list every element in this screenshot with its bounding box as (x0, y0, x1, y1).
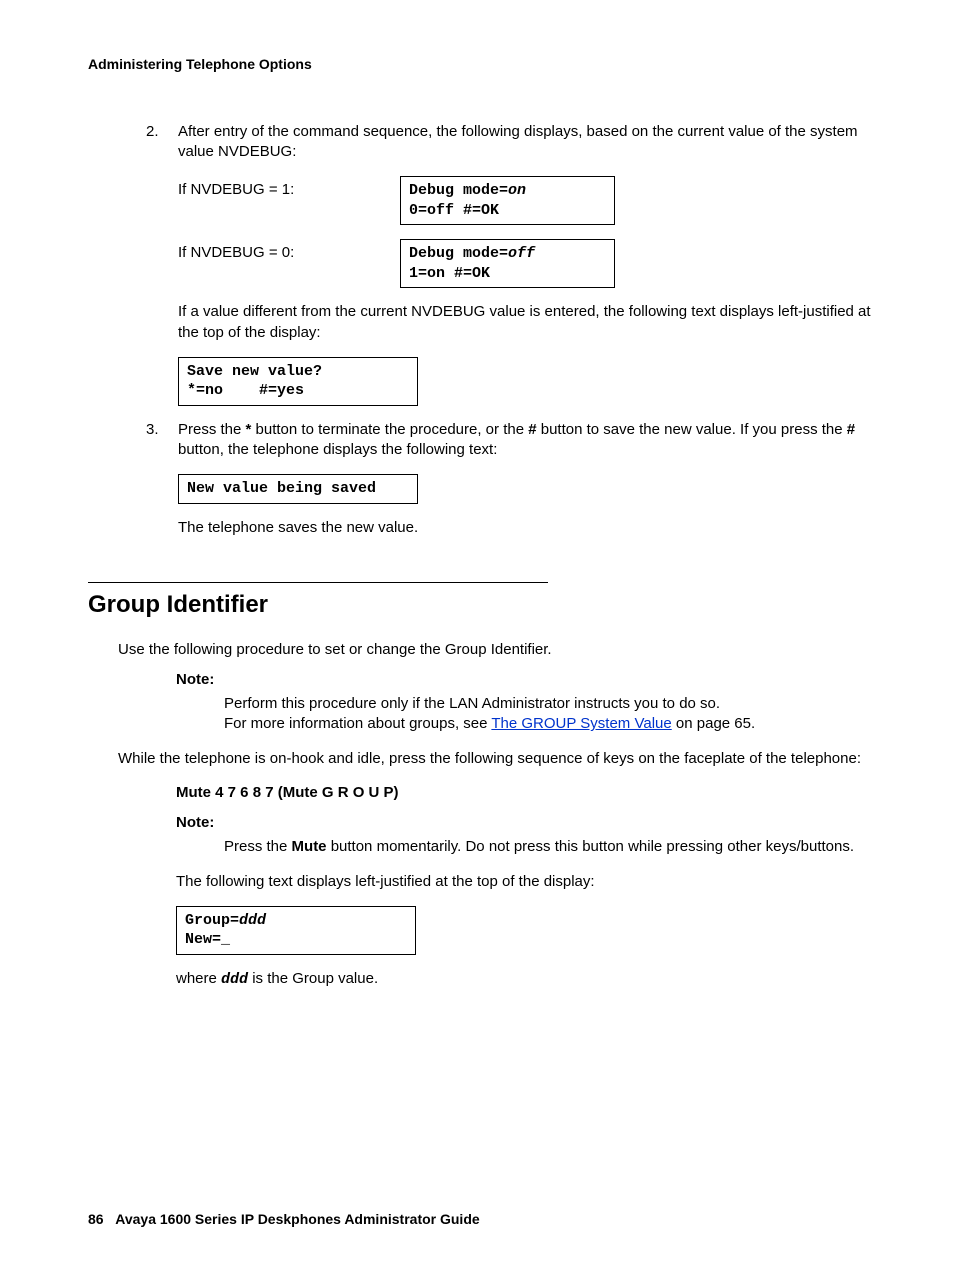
nvdebug-0-display: Debug mode=off 1=on #=OK (400, 239, 615, 288)
step-2-after-text: If a value different from the current NV… (178, 302, 889, 343)
step-3-t3: button to terminate the procedure, or th… (251, 421, 528, 438)
gi-p2: While the telephone is on-hook and idle,… (118, 749, 889, 769)
gi-note1-line1: Perform this procedure only if the LAN A… (224, 695, 720, 712)
nvdebug-1-line1b: on (508, 182, 526, 199)
step-3-hash2: # (847, 421, 855, 438)
nvdebug-0-line1b: off (508, 245, 535, 262)
gi-note2-c: button momentarily. Do not press this bu… (327, 838, 855, 855)
group-line2: New=_ (185, 931, 230, 948)
step-3-t5: button to save the new value. If you pre… (537, 421, 847, 438)
section-divider (88, 582, 548, 583)
nvdebug-0-line1a: Debug mode= (409, 245, 508, 262)
step-3-after: The telephone saves the new value. (178, 518, 889, 538)
step-3-t1: Press the (178, 421, 246, 438)
group-line1a: Group= (185, 912, 239, 929)
gi-note1-body: Perform this procedure only if the LAN A… (224, 694, 889, 735)
gi-note1-line2b: on page 65. (672, 715, 755, 732)
gi-note2-mute: Mute (292, 838, 327, 855)
nvdebug-1-display: Debug mode=on 0=off #=OK (400, 176, 615, 225)
gi-note1-line2a: For more information about groups, see (224, 715, 491, 732)
gi-intro: Use the following procedure to set or ch… (118, 640, 889, 660)
page-footer: 86 Avaya 1600 Series IP Deskphones Admin… (88, 1210, 889, 1229)
group-display: Group=ddd New=_ (176, 906, 416, 955)
gi-where-ddd: ddd (221, 971, 248, 988)
nvdebug-0-label: If NVDEBUG = 0: (178, 239, 400, 263)
group-system-value-link[interactable]: The GROUP System Value (491, 715, 671, 732)
gi-note2-body: Press the Mute button momentarily. Do no… (224, 837, 889, 857)
page-number: 86 (88, 1211, 104, 1227)
save-prompt-line2: *=no #=yes (187, 382, 304, 399)
save-prompt-line1: Save new value? (187, 363, 322, 380)
nvdebug-0-line2: 1=on #=OK (409, 265, 490, 282)
step-2-number: 2. (146, 122, 178, 406)
gi-note2-label: Note: (176, 813, 889, 833)
group-line1b: ddd (239, 912, 266, 929)
nvdebug-1-line1a: Debug mode= (409, 182, 508, 199)
nvdebug-1-label: If NVDEBUG = 1: (178, 176, 400, 200)
gi-where: where ddd is the Group value. (176, 969, 889, 990)
step-3: 3. Press the * button to terminate the p… (146, 420, 889, 538)
gi-p3: The following text displays left-justifi… (176, 872, 889, 892)
new-value-display: New value being saved (178, 474, 418, 504)
gi-mute-sequence: Mute 4 7 6 8 7 (Mute G R O U P) (176, 783, 889, 803)
new-value-line: New value being saved (187, 480, 376, 497)
gi-where-a: where (176, 970, 221, 987)
step-3-hash1: # (528, 421, 536, 438)
step-3-number: 3. (146, 420, 178, 538)
gi-note1-label: Note: (176, 670, 889, 690)
step-2: 2. After entry of the command sequence, … (146, 122, 889, 406)
page-header: Administering Telephone Options (88, 55, 889, 74)
section-heading-group-identifier: Group Identifier (88, 589, 889, 621)
save-prompt-display: Save new value? *=no #=yes (178, 357, 418, 406)
footer-title: Avaya 1600 Series IP Deskphones Administ… (115, 1211, 479, 1227)
nvdebug-1-line2: 0=off #=OK (409, 202, 499, 219)
gi-where-c: is the Group value. (248, 970, 378, 987)
gi-note2-a: Press the (224, 838, 292, 855)
step-3-t7: button, the telephone displays the follo… (178, 441, 497, 458)
step-2-text: After entry of the command sequence, the… (178, 123, 858, 160)
